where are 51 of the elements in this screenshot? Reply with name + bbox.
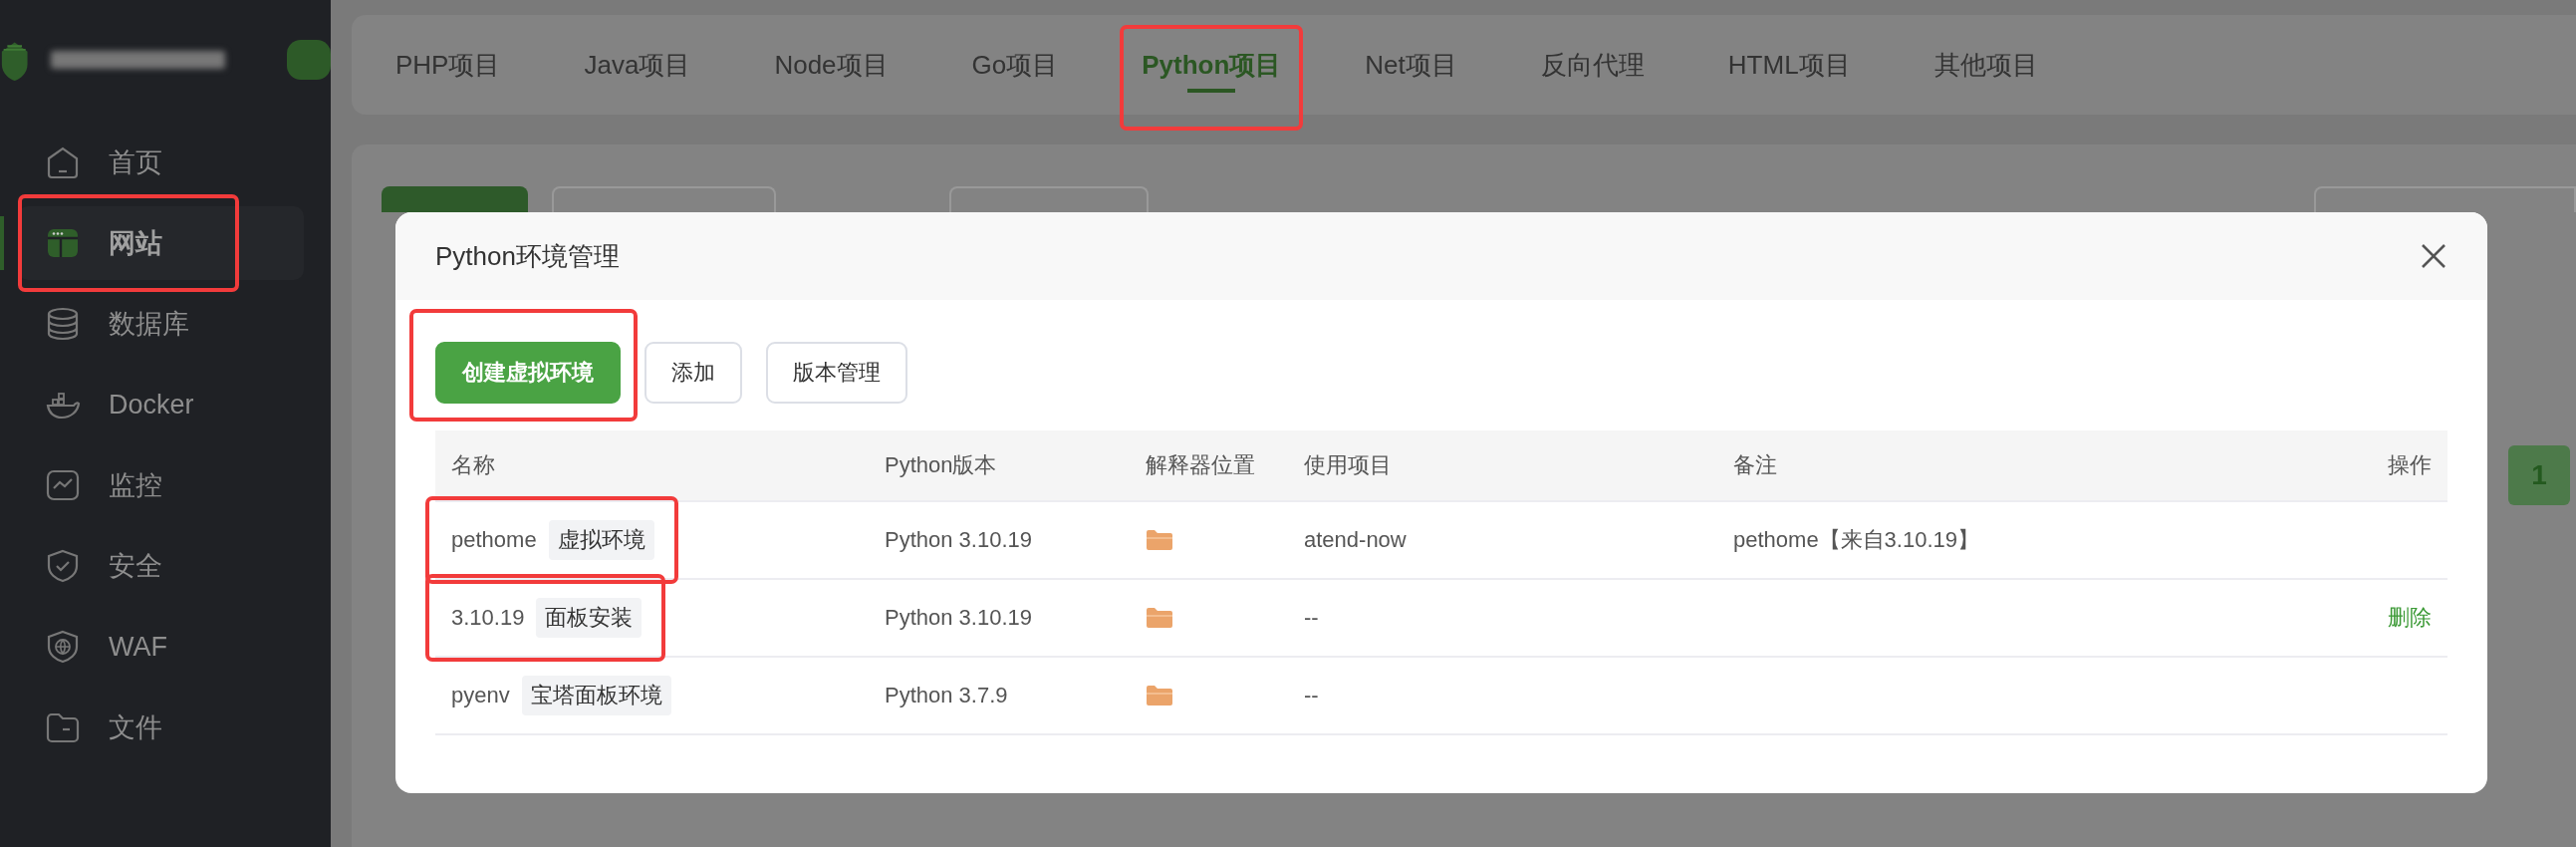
blurred-badge bbox=[286, 39, 331, 80]
create-button[interactable]: 创建虚拟环境 bbox=[435, 342, 621, 404]
table-cell: Python 3.10.19 bbox=[885, 605, 1032, 631]
sidebar-item[interactable]: WAF bbox=[18, 610, 304, 684]
folder-icon[interactable] bbox=[1146, 684, 1173, 707]
shield-check-icon bbox=[45, 548, 81, 584]
database-icon bbox=[45, 306, 81, 342]
tab[interactable]: 反向代理 bbox=[1540, 15, 1645, 115]
table-cell: Python 3.10.19 bbox=[885, 527, 1032, 553]
column-header: 使用项目 bbox=[1288, 430, 1717, 502]
tag: 虚拟环境 bbox=[548, 520, 654, 560]
column-header: Python版本 bbox=[869, 430, 1130, 502]
tab[interactable]: HTML项目 bbox=[1727, 15, 1851, 115]
tag: 宝塔面板环境 bbox=[521, 676, 671, 715]
tab[interactable]: Node项目 bbox=[774, 15, 889, 115]
button[interactable]: 添加 bbox=[644, 342, 742, 404]
column-header: 操作 bbox=[2288, 430, 2447, 502]
chart-icon bbox=[45, 467, 81, 503]
table-cell: -- bbox=[1304, 605, 1319, 631]
folder-icon[interactable] bbox=[1146, 606, 1173, 630]
table-cell: pyenv bbox=[451, 683, 510, 708]
table-cell: pethome bbox=[451, 527, 537, 553]
sidebar-item[interactable]: 文件 bbox=[18, 691, 304, 764]
sidebar-item[interactable]: 首页 bbox=[18, 126, 304, 199]
tab[interactable]: Python项目 bbox=[1142, 15, 1282, 115]
sidebar-item[interactable]: 安全 bbox=[18, 529, 304, 603]
shield-globe-icon bbox=[45, 629, 81, 665]
table-cell-text: pethome【来自3.10.19】 bbox=[1733, 526, 1980, 554]
tab[interactable]: Go项目 bbox=[971, 15, 1059, 115]
table-cell: Python 3.7.9 bbox=[885, 683, 1008, 708]
column-header: 解释器位置 bbox=[1130, 430, 1288, 502]
tab[interactable]: Net项目 bbox=[1365, 15, 1457, 115]
column-header: 名称 bbox=[435, 430, 869, 502]
delete-link[interactable]: 删除 bbox=[2388, 603, 2432, 633]
table-cell: 3.10.19 bbox=[451, 605, 525, 631]
active-indicator bbox=[0, 216, 4, 270]
home-icon bbox=[45, 144, 81, 180]
table-cell: -- bbox=[1304, 683, 1319, 708]
sidebar-item[interactable]: Docker bbox=[18, 368, 304, 441]
tab[interactable]: PHP项目 bbox=[395, 15, 501, 115]
tab[interactable]: Java项目 bbox=[584, 15, 691, 115]
column-header: 备注 bbox=[1717, 430, 2288, 502]
folder-icon[interactable] bbox=[1146, 528, 1173, 552]
close-icon[interactable] bbox=[2420, 242, 2447, 270]
table-cell: atend-now bbox=[1304, 527, 1407, 553]
tag: 面板安装 bbox=[536, 598, 643, 638]
tab[interactable]: 其他项目 bbox=[1933, 15, 2038, 115]
button[interactable]: 版本管理 bbox=[766, 342, 907, 404]
sidebar-item[interactable]: 数据库 bbox=[18, 287, 304, 361]
dialog-title: Python环境管理 bbox=[435, 239, 620, 273]
sidebar-item[interactable]: 监控 bbox=[18, 448, 304, 522]
